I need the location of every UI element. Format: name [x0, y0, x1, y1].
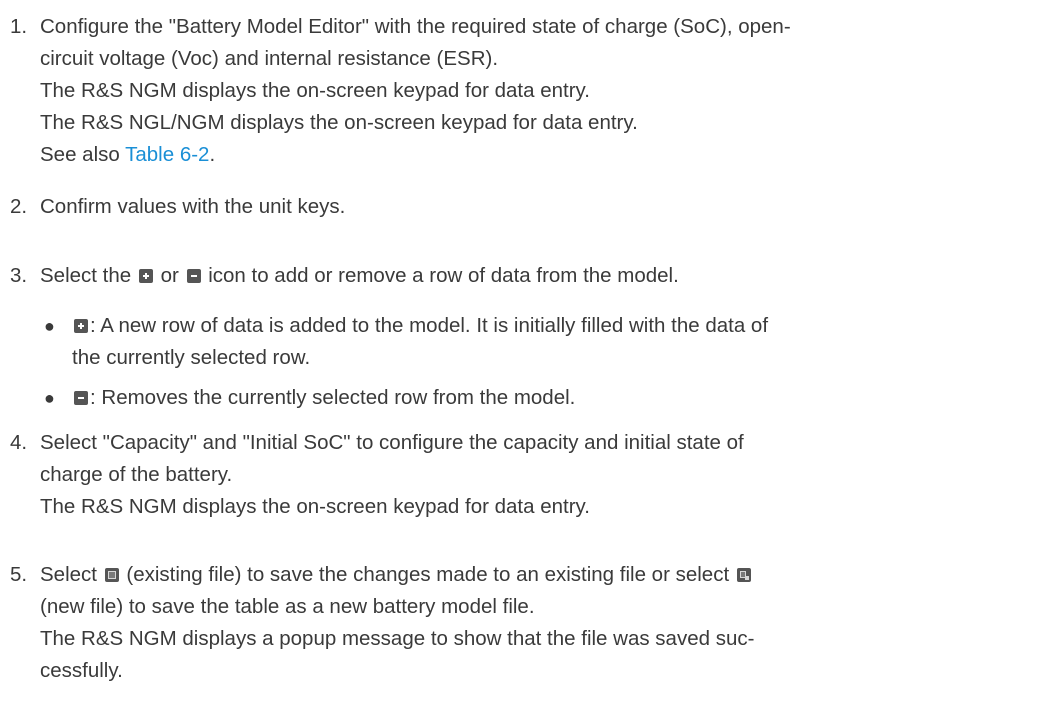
minus-icon — [74, 391, 88, 405]
plus-icon — [138, 269, 153, 283]
step-text: (new file) to save the table as a new ba… — [40, 595, 535, 618]
bullet-dot-icon: ● — [44, 388, 55, 408]
step-number: 4. — [10, 431, 28, 454]
step-text: Select (existing file) to save the chang… — [40, 559, 1034, 591]
step-text: charge of the battery. — [40, 463, 233, 486]
bullet-dot-icon: ● — [44, 316, 55, 336]
bullet-text: : A new row of data is added to the mode… — [72, 314, 769, 369]
step-text: Confirm values with the unit keys. — [40, 195, 346, 218]
see-also-line: See also Table 6-2. — [40, 139, 1034, 171]
step-text: circuit voltage (Voc) and internal resis… — [40, 47, 499, 70]
step-text: Select "Capacity" and "Initial SoC" to c… — [40, 431, 744, 454]
step-text: The R&S NGM displays the on-screen keypa… — [40, 495, 590, 518]
step-body: Configure the "Battery Model Editor" wit… — [40, 11, 1034, 171]
step-number: 2. — [10, 195, 28, 218]
see-also-prefix: See also — [40, 143, 126, 166]
save-existing-file-icon — [104, 568, 119, 582]
step-text: The R&S NGM displays a popup message to … — [40, 627, 755, 650]
step-body: Select the or icon to add or remove a ro… — [40, 260, 1034, 292]
step-body: Confirm values with the unit keys. — [40, 191, 1034, 223]
bullet-text: : Removes the currently selected row fro… — [72, 382, 1012, 414]
step-number: 5. — [10, 563, 28, 586]
see-also-suffix: . — [209, 143, 216, 166]
plus-icon — [74, 319, 88, 333]
minus-icon — [186, 269, 201, 283]
document-page: 1. Configure the "Battery Model Editor" … — [0, 0, 1044, 704]
step-text: Select the or icon to add or remove a ro… — [40, 264, 679, 287]
step-text: The R&S NGM displays the on-screen keypa… — [40, 79, 590, 102]
step-text: cessfully. — [40, 659, 123, 682]
step-body: Select "Capacity" and "Initial SoC" to c… — [40, 427, 1034, 523]
step-number: 1. — [10, 15, 28, 38]
step-number: 3. — [10, 264, 28, 287]
table-6-2-link[interactable]: Table 6-2 — [125, 143, 209, 166]
save-new-file-icon — [736, 568, 751, 582]
step-body: Select (existing file) to save the chang… — [40, 559, 1034, 687]
step-text: The R&S NGL/NGM displays the on-screen k… — [40, 111, 638, 134]
step-text: Configure the "Battery Model Editor" wit… — [40, 15, 791, 38]
